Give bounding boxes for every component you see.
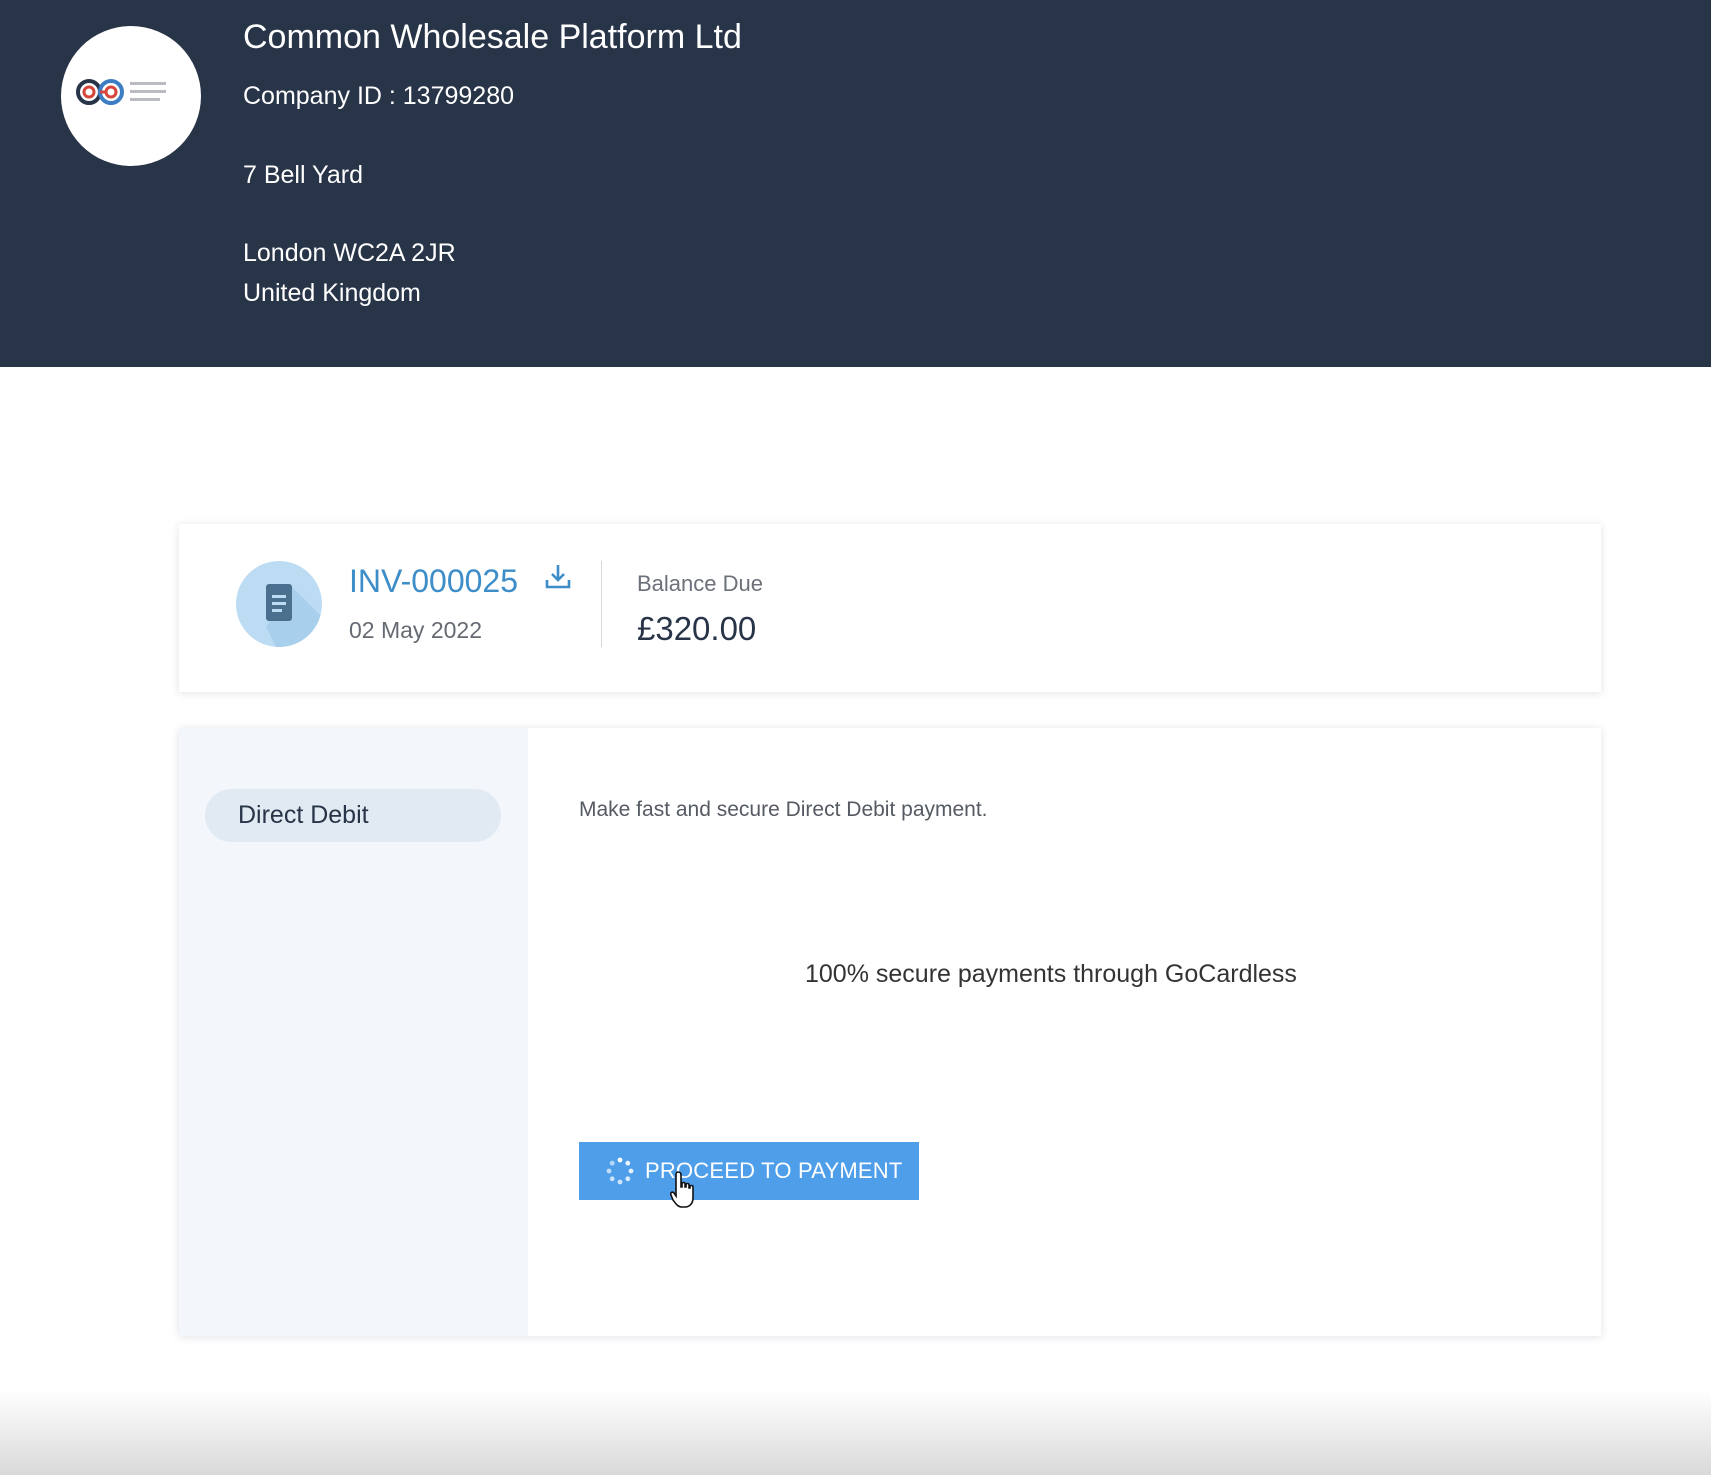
balance-due-amount: £320.00 [637,610,757,647]
invoice-number: INV-000025 [349,563,519,599]
address-line-2: London WC2A 2JR [243,239,456,267]
secure-payment-note: 100% secure payments through GoCardless [805,960,1297,988]
address-line-1: 7 Bell Yard [243,161,363,189]
company-header: Common Wholesale Platform Ltd Company ID… [0,0,1711,367]
balance-due-label: Balance Due [637,571,763,596]
payment-description: Make fast and secure Direct Debit paymen… [579,798,988,821]
divider [601,561,602,647]
spinner-icon [606,1157,634,1185]
company-name: Common Wholesale Platform Ltd [243,18,742,56]
invoice-summary-card: INV-000025 02 May 2022 Balance Due £320.… [179,524,1601,692]
payment-panel: Direct Debit Make fast and secure Direct… [179,728,1601,1336]
payment-method-label: Direct Debit [238,801,369,829]
document-icon [236,561,322,647]
invoice-date: 02 May 2022 [349,617,482,643]
payment-method-direct-debit[interactable]: Direct Debit [205,789,501,842]
company-logo [61,26,201,166]
proceed-to-payment-button[interactable]: PROCEED TO PAYMENT [579,1142,919,1200]
payment-methods-sidebar: Direct Debit [179,728,528,1336]
hand-cursor-icon [669,1170,698,1215]
company-id: Company ID : 13799280 [243,82,515,110]
page-bottom-shadow [0,1390,1711,1475]
address-line-3: United Kingdom [243,279,421,307]
download-icon[interactable] [543,562,573,597]
company-logo-icon [76,79,166,105]
